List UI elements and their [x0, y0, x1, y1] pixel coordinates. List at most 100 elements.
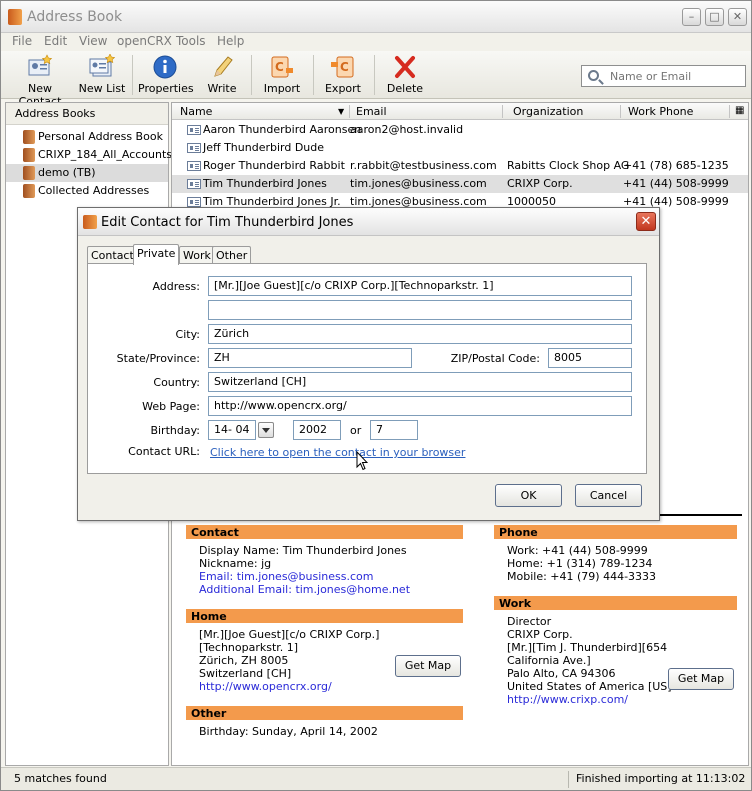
work-web-link[interactable]: http://www.crixp.com/	[507, 693, 628, 706]
menu-tools[interactable]: Tools	[176, 34, 206, 48]
table-row[interactable]: Tim Thunderbird Jones tim.jones@business…	[172, 175, 748, 193]
additional-email-link[interactable]: Additional Email: tim.jones@home.net	[199, 583, 410, 596]
properties-label: Properties	[138, 82, 194, 95]
address-book-icon	[23, 130, 35, 144]
close-window-button[interactable]: ✕	[728, 8, 747, 26]
phone-section-header: Phone	[494, 525, 737, 539]
export-label: Export	[324, 82, 361, 95]
home-section-header: Home	[186, 609, 463, 623]
menu-file[interactable]: File	[12, 34, 32, 48]
import-button[interactable]: C Import	[259, 54, 305, 98]
new-contact-button[interactable]: New Contact	[6, 54, 74, 108]
column-work-phone[interactable]: Work Phone	[628, 105, 693, 118]
birthday-dropdown-button[interactable]	[258, 422, 274, 438]
work-line: Director	[507, 615, 552, 628]
address-book-item[interactable]: demo (TB)	[6, 164, 168, 182]
phone-line: Home: +1 (314) 789-1234	[507, 557, 653, 570]
new-list-label: New List	[78, 82, 126, 95]
age-field[interactable]: 7	[370, 420, 418, 440]
import-icon: C	[269, 54, 295, 80]
email-link[interactable]: Email: tim.jones@business.com	[199, 570, 374, 583]
column-separator[interactable]	[620, 105, 621, 118]
birthday-day-month-field[interactable]: 14- 04	[208, 420, 256, 440]
toolbar-separator	[132, 55, 133, 95]
address-book-item[interactable]: CRIXP_184_All_Accounts	[6, 146, 172, 164]
status-import-message: Finished importing at 11:13:02	[576, 772, 746, 785]
tab-work[interactable]: Work	[179, 246, 215, 264]
dialog-close-button[interactable]: ✕	[636, 212, 656, 231]
menu-view[interactable]: View	[79, 34, 107, 48]
column-picker-icon[interactable]: ▦	[735, 105, 744, 116]
contact-name: Tim Thunderbird Jones	[203, 177, 327, 190]
contact-organization: Rabitts Clock Shop AG	[507, 159, 630, 172]
menu-bar: File Edit View openCRX Tools Help	[1, 33, 751, 51]
country-label: Country:	[153, 376, 200, 389]
menu-opencrx[interactable]: openCRX	[117, 34, 172, 48]
home-address-line: [Mr.][Joe Guest][c/o CRIXP Corp.]	[199, 628, 380, 641]
contact-url-link[interactable]: Click here to open the contact in your b…	[210, 446, 465, 459]
address-line1-field[interactable]: [Mr.][Joe Guest][c/o CRIXP Corp.][Techno…	[208, 276, 632, 296]
state-field[interactable]: ZH	[208, 348, 412, 368]
birthday-year-field[interactable]: 2002	[293, 420, 341, 440]
contact-phone: +41 (78) 685-1235	[623, 159, 729, 172]
address-line2-field[interactable]	[208, 300, 632, 320]
table-row[interactable]: Jeff Thunderbird Dude	[172, 139, 748, 157]
tab-contact[interactable]: Contact	[87, 246, 138, 264]
work-line: United States of America [US]	[507, 680, 672, 693]
toolbar-separator	[374, 55, 375, 95]
column-separator[interactable]	[502, 105, 503, 118]
country-field[interactable]: Switzerland [CH]	[208, 372, 632, 392]
search-box[interactable]	[581, 65, 746, 87]
edit-contact-dialog: Edit Contact for Tim Thunderbird Jones ✕…	[77, 207, 660, 521]
column-separator[interactable]	[729, 105, 730, 118]
address-book-label: CRIXP_184_All_Accounts	[38, 148, 173, 161]
column-email[interactable]: Email	[356, 105, 387, 118]
work-section-header: Work	[494, 596, 737, 610]
zip-label: ZIP/Postal Code:	[450, 352, 540, 365]
toolbar-separator	[313, 55, 314, 95]
table-row[interactable]: Roger Thunderbird Rabbit r.rabbit@testbu…	[172, 157, 748, 175]
address-book-item[interactable]: Collected Addresses	[6, 182, 168, 200]
export-button[interactable]: C Export	[320, 54, 366, 98]
column-header: Name ▼ Email Organization Work Phone ▦	[172, 103, 748, 120]
contact-section-header: Contact	[186, 525, 463, 539]
city-field[interactable]: Zürich	[208, 324, 632, 344]
ok-button[interactable]: OK	[495, 484, 562, 507]
contact-name: Aaron Thunderbird Aaronsen	[203, 123, 362, 136]
column-organization[interactable]: Organization	[513, 105, 583, 118]
delete-button[interactable]: Delete	[383, 54, 427, 98]
address-books-header: Address Books	[6, 103, 168, 125]
home-get-map-button[interactable]: Get Map	[395, 655, 461, 677]
menu-edit[interactable]: Edit	[44, 34, 67, 48]
zip-field[interactable]: 8005	[548, 348, 632, 368]
menu-help[interactable]: Help	[217, 34, 244, 48]
home-address-line: Zürich, ZH 8005	[199, 654, 289, 667]
tab-private[interactable]: Private	[133, 244, 180, 265]
pencil-icon	[209, 54, 235, 80]
import-label: Import	[263, 82, 301, 95]
web-page-field[interactable]: http://www.opencrx.org/	[208, 396, 632, 416]
tab-other[interactable]: Other	[212, 246, 252, 264]
new-list-button[interactable]: New List	[77, 53, 127, 98]
column-name[interactable]: Name	[180, 105, 212, 118]
maximize-button[interactable]: □	[705, 8, 724, 26]
contact-organization: CRIXP Corp.	[507, 177, 573, 190]
work-line: Palo Alto, CA 94306	[507, 667, 616, 680]
address-book-item[interactable]: Personal Address Book	[6, 128, 168, 146]
table-row[interactable]: Aaron Thunderbird Aaronsen aaron2@host.i…	[172, 121, 748, 139]
address-book-label: Collected Addresses	[38, 184, 150, 197]
properties-button[interactable]: Properties	[138, 54, 194, 98]
display-name-text: Display Name: Tim Thunderbird Jones	[199, 544, 407, 557]
column-separator[interactable]	[349, 105, 350, 118]
private-tab-panel: Address: [Mr.][Joe Guest][c/o CRIXP Corp…	[87, 263, 647, 474]
work-get-map-button[interactable]: Get Map	[668, 668, 734, 690]
home-web-link[interactable]: http://www.opencrx.org/	[199, 680, 332, 693]
minimize-button[interactable]: –	[682, 8, 701, 26]
contact-card-icon	[187, 143, 201, 153]
address-book-label: Personal Address Book	[38, 130, 163, 143]
new-contact-icon	[27, 54, 53, 80]
write-button[interactable]: Write	[201, 54, 243, 98]
status-bar: 5 matches found Finished importing at 11…	[1, 767, 751, 790]
search-input[interactable]	[610, 69, 740, 84]
cancel-button[interactable]: Cancel	[575, 484, 642, 507]
